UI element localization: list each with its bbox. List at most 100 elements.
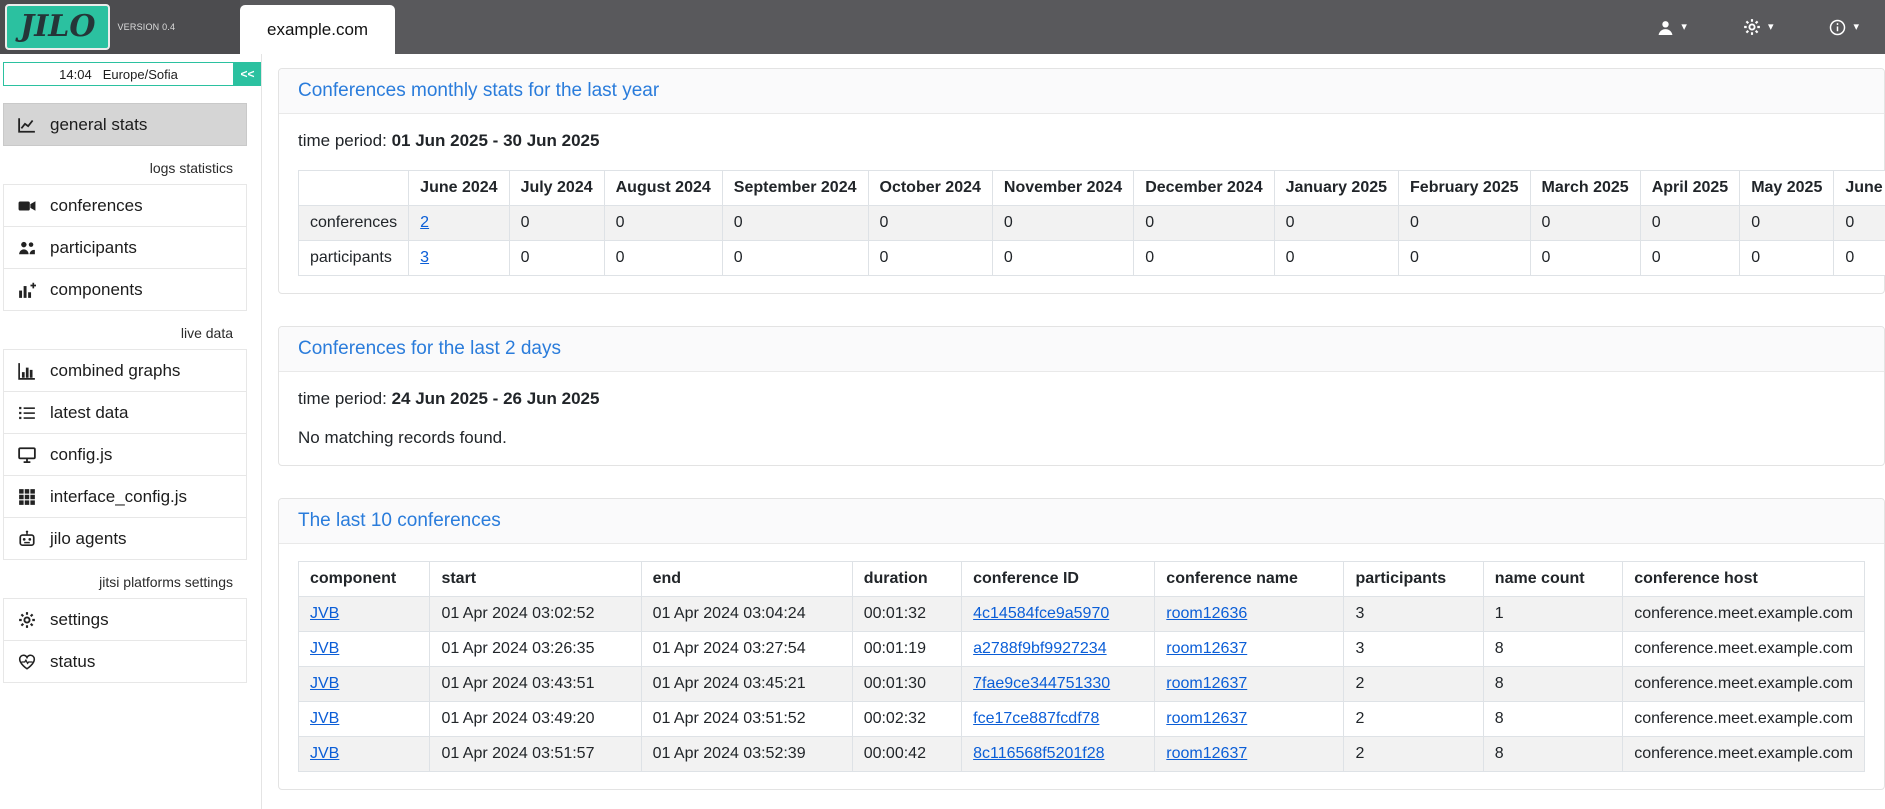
end-cell: 01 Apr 2024 03:27:54: [641, 632, 852, 667]
jilo-logo[interactable]: JILO: [5, 4, 110, 51]
cell: 0: [1399, 241, 1531, 276]
participants-cell: 2: [1344, 737, 1483, 772]
column-header: March 2025: [1530, 171, 1640, 206]
cell: fce17ce887fcdf78: [962, 702, 1155, 737]
conference-id-link[interactable]: 4c14584fce9a5970: [973, 605, 1109, 622]
conference-name-link[interactable]: room12637: [1166, 745, 1247, 762]
card-title-monthly-stats[interactable]: Conferences monthly stats for the last y…: [298, 80, 659, 101]
component-link[interactable]: JVB: [310, 675, 339, 692]
sidebar-item-status[interactable]: status: [3, 640, 247, 683]
duration-cell: 00:00:42: [852, 737, 961, 772]
card-header: Conferences for the last 2 days: [279, 327, 1884, 372]
list-icon: [17, 404, 37, 422]
conference-host-cell: conference.meet.example.com: [1623, 667, 1865, 702]
user-icon: [1657, 19, 1674, 36]
component-link[interactable]: JVB: [310, 640, 339, 657]
conference-host-cell: conference.meet.example.com: [1623, 702, 1865, 737]
duration-cell: 00:01:30: [852, 667, 961, 702]
cell: 0: [992, 241, 1133, 276]
column-header: January 2025: [1274, 171, 1398, 206]
column-header: April 2025: [1640, 171, 1739, 206]
sidebar-item-components[interactable]: components: [3, 268, 247, 311]
card-monthly-stats: Conferences monthly stats for the last y…: [278, 68, 1885, 294]
card-title-last-2-days[interactable]: Conferences for the last 2 days: [298, 338, 561, 359]
tab-label: example.com: [267, 20, 368, 40]
sidebar-item-label: general stats: [50, 115, 147, 135]
tab-example-com[interactable]: example.com: [240, 5, 395, 54]
time-period-value: 01 Jun 2025 - 30 Jun 2025: [392, 131, 600, 150]
time-period-label: time period:: [298, 131, 387, 150]
conference-row: JVB 01 Apr 2024 03:43:51 01 Apr 2024 03:…: [299, 667, 1865, 702]
column-header: participants: [1344, 562, 1483, 597]
sidebar-item-interface-config-js[interactable]: interface_config.js: [3, 475, 247, 518]
column-header: June 2024: [409, 171, 509, 206]
sidebar-collapse-button[interactable]: <<: [234, 62, 261, 86]
component-link[interactable]: JVB: [310, 605, 339, 622]
conference-id-link[interactable]: fce17ce887fcdf78: [973, 710, 1099, 727]
sidebar-item-settings[interactable]: settings: [3, 598, 247, 641]
conference-id-link[interactable]: 8c116568f5201f28: [973, 745, 1104, 762]
cell: 0: [1530, 241, 1640, 276]
cell: 3: [409, 241, 509, 276]
participants-month-count-link[interactable]: 3: [420, 249, 429, 266]
component-link[interactable]: JVB: [310, 745, 339, 762]
card-title-last-10-conferences[interactable]: The last 10 conferences: [298, 510, 501, 531]
sidebar-item-label: participants: [50, 238, 137, 258]
column-header: October 2024: [868, 171, 992, 206]
participants-cell: 2: [1344, 667, 1483, 702]
name-count-cell: 8: [1483, 667, 1622, 702]
duration-cell: 00:02:32: [852, 702, 961, 737]
cell: room12637: [1155, 702, 1344, 737]
conference-row: JVB 01 Apr 2024 03:26:35 01 Apr 2024 03:…: [299, 632, 1865, 667]
sidebar-item-participants[interactable]: participants: [3, 226, 247, 269]
sidebar-section-logs-statistics: logs statistics: [3, 146, 247, 185]
heart-pulse-icon: [17, 653, 37, 671]
sidebar-item-combined-graphs[interactable]: combined graphs: [3, 349, 247, 392]
column-header: [299, 171, 409, 206]
monthly-stats-table: June 2024 July 2024 August 2024 Septembe…: [298, 170, 1885, 276]
name-count-cell: 8: [1483, 702, 1622, 737]
conference-name-link[interactable]: room12636: [1166, 605, 1247, 622]
conference-name-link[interactable]: room12637: [1166, 675, 1247, 692]
cell: 0: [1740, 206, 1834, 241]
card-header: Conferences monthly stats for the last y…: [279, 69, 1884, 114]
conference-name-link[interactable]: room12637: [1166, 640, 1247, 657]
participants-cell: 3: [1344, 632, 1483, 667]
page-layout: 14:04 Europe/Sofia << general stats logs…: [0, 54, 1885, 809]
conference-row: JVB 01 Apr 2024 03:51:57 01 Apr 2024 03:…: [299, 737, 1865, 772]
cell: 4c14584fce9a5970: [962, 597, 1155, 632]
sidebar-section-jitsi-platforms-settings: jitsi platforms settings: [3, 560, 247, 599]
sidebar-item-latest-data[interactable]: latest data: [3, 391, 247, 434]
chart-line-icon: [17, 116, 37, 134]
sidebar-item-conferences[interactable]: conferences: [3, 184, 247, 227]
time-period: time period: 24 Jun 2025 - 26 Jun 2025: [298, 389, 1865, 409]
cell: 0: [604, 206, 722, 241]
robot-icon: [17, 530, 37, 548]
sidebar-item-general-stats[interactable]: general stats: [3, 103, 247, 146]
cell: a2788f9bf9927234: [962, 632, 1155, 667]
settings-menu[interactable]: ▾: [1743, 18, 1774, 36]
conferences-month-count-link[interactable]: 2: [420, 214, 429, 231]
conference-id-link[interactable]: 7fae9ce344751330: [973, 675, 1110, 692]
users-icon: [17, 239, 37, 257]
column-header: end: [641, 562, 852, 597]
column-header: conference host: [1623, 562, 1865, 597]
conference-id-link[interactable]: a2788f9bf9927234: [973, 640, 1106, 657]
monitor-icon: [17, 446, 37, 464]
clock-row: 14:04 Europe/Sofia <<: [3, 62, 261, 86]
cell: 0: [1399, 206, 1531, 241]
info-menu[interactable]: ▾: [1829, 19, 1859, 36]
sidebar-item-config-js[interactable]: config.js: [3, 433, 247, 476]
sidebar-item-label: status: [50, 652, 95, 672]
duration-cell: 00:01:32: [852, 597, 961, 632]
component-link[interactable]: JVB: [310, 710, 339, 727]
participants-cell: 2: [1344, 702, 1483, 737]
cell: 0: [1834, 241, 1885, 276]
user-menu[interactable]: ▾: [1657, 19, 1687, 36]
column-header: July 2024: [509, 171, 604, 206]
column-header: November 2024: [992, 171, 1133, 206]
column-header: May 2025: [1740, 171, 1834, 206]
column-header: December 2024: [1134, 171, 1274, 206]
sidebar-item-jilo-agents[interactable]: jilo agents: [3, 517, 247, 560]
conference-name-link[interactable]: room12637: [1166, 710, 1247, 727]
